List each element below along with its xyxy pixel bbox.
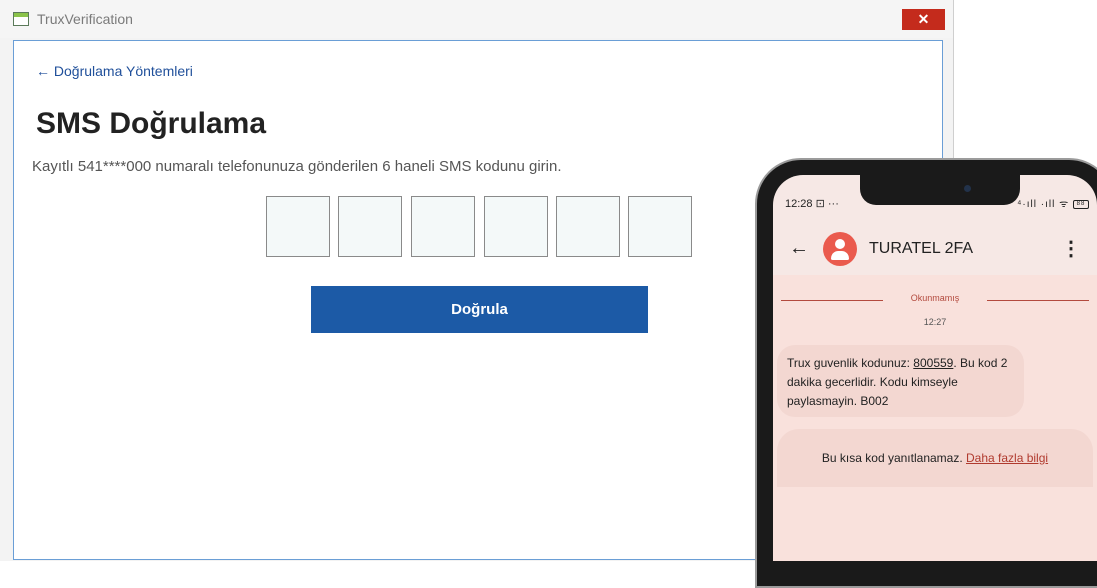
code-digit-2[interactable] — [338, 196, 402, 257]
close-icon: ✕ — [917, 11, 930, 27]
status-notification-icons: ⊡ ··· — [815, 198, 839, 210]
message-text-start: Trux guvenlik kodunuz: — [787, 356, 914, 370]
window-title: TruxVerification — [37, 11, 133, 27]
page-title: SMS Doğrulama — [36, 107, 267, 140]
status-icons: ⁴·ıll ·ıll ᯤ 88 — [1017, 196, 1089, 210]
phone-notch — [860, 175, 1020, 205]
battery-icon: 88 — [1073, 199, 1089, 209]
code-digit-5[interactable] — [556, 196, 620, 257]
sms-message-bubble[interactable]: Trux guvenlik kodunuz: 800559. Bu kod 2 … — [777, 345, 1024, 417]
reply-notice-bar: Bu kısa kod yanıtlanamaz. Daha fazla bil… — [777, 429, 1093, 487]
close-button[interactable]: ✕ — [902, 9, 945, 30]
title-bar: TruxVerification ✕ — [0, 0, 953, 38]
signal-wifi-icon: ⁴·ıll ·ıll ᯤ — [1017, 199, 1070, 210]
status-clock: 12:28 — [785, 198, 813, 210]
status-time: 12:28 ⊡ ··· — [785, 197, 839, 210]
code-digit-1[interactable] — [266, 196, 330, 257]
conversation-header: ← TURATEL 2FA ⋮ — [773, 227, 1097, 271]
phone-screen: 12:28 ⊡ ··· ⁴·ıll ·ıll ᯤ 88 ← TURATEL 2F… — [773, 175, 1097, 561]
code-digit-6[interactable] — [628, 196, 692, 257]
arrow-left-icon[interactable]: ← — [789, 237, 809, 260]
verify-button[interactable]: Doğrula — [311, 286, 648, 333]
more-info-link[interactable]: Daha fazla bilgi — [966, 451, 1048, 465]
verification-code-link[interactable]: 800559 — [913, 356, 953, 370]
back-to-methods-link[interactable]: ← Doğrulama Yöntemleri — [36, 63, 193, 79]
code-digit-3[interactable] — [411, 196, 475, 257]
more-vertical-icon[interactable]: ⋮ — [1061, 236, 1081, 261]
message-timestamp: 12:27 — [923, 317, 947, 327]
person-avatar-icon — [823, 232, 857, 266]
window-app-icon — [13, 12, 29, 26]
unread-label: Okunmamış — [910, 293, 960, 303]
reply-notice-text: Bu kısa kod yanıtlanamaz. — [821, 451, 966, 465]
front-camera-icon — [964, 185, 971, 192]
instruction-text: Kayıtlı 541****000 numaralı telefonunuza… — [32, 158, 562, 175]
code-digit-4[interactable] — [484, 196, 548, 257]
sender-name: TURATEL 2FA — [869, 240, 974, 257]
message-thread: Okunmamış 12:27 Trux guvenlik kodunuz: 8… — [773, 275, 1097, 561]
